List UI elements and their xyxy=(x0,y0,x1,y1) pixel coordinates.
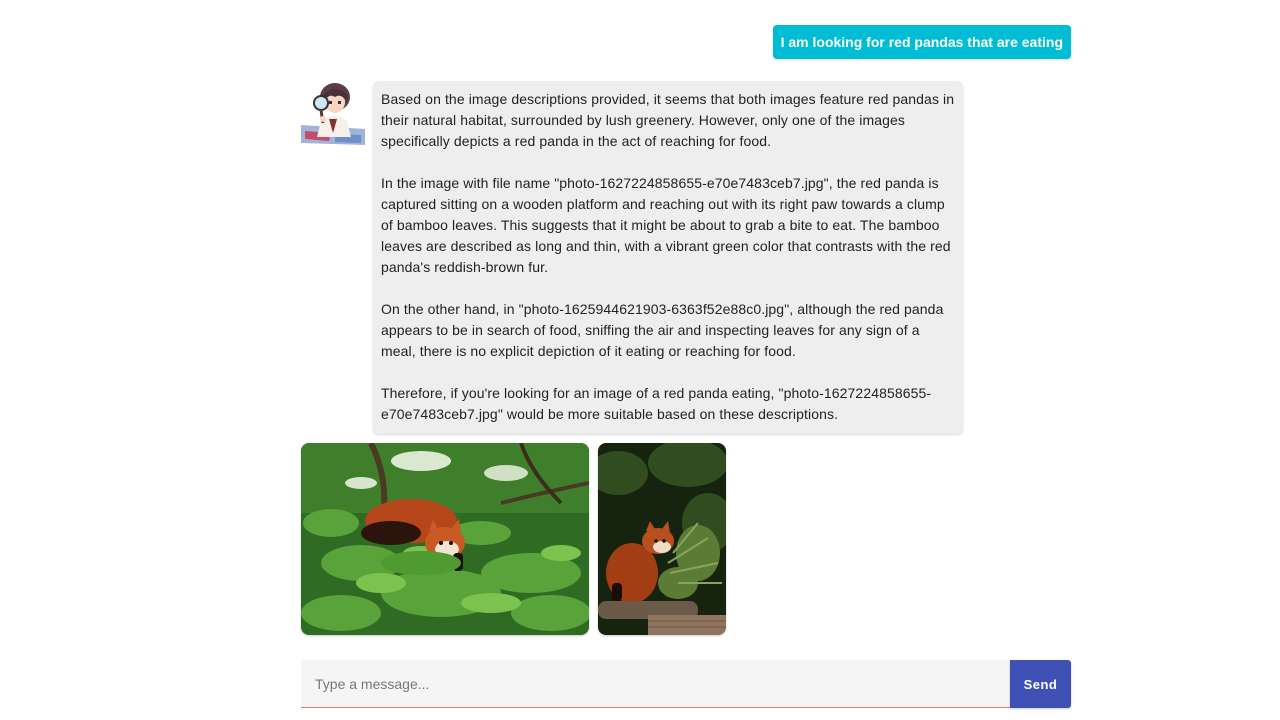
image-results xyxy=(301,443,726,635)
chat-window: I am looking for red pandas that are eat… xyxy=(0,0,1280,720)
assistant-paragraph: Therefore, if you're looking for an imag… xyxy=(381,385,932,422)
assistant-paragraph: On the other hand, in "photo-16259446219… xyxy=(381,301,944,359)
send-button[interactable]: Send xyxy=(1010,660,1071,708)
message-composer: Send xyxy=(301,660,1071,708)
assistant-message-bubble: Based on the image descriptions provided… xyxy=(373,81,963,434)
red-panda-in-tree-photo[interactable] xyxy=(301,443,589,635)
red-panda-on-log-photo[interactable] xyxy=(598,443,726,635)
assistant-paragraph: Based on the image descriptions provided… xyxy=(381,91,955,149)
assistant-message-row: Based on the image descriptions provided… xyxy=(301,81,963,434)
message-input[interactable] xyxy=(301,660,1010,708)
assistant-paragraph: In the image with file name "photo-16272… xyxy=(381,175,951,275)
user-message-bubble: I am looking for red pandas that are eat… xyxy=(772,25,1071,59)
user-message-row: I am looking for red pandas that are eat… xyxy=(772,25,1071,59)
detective-avatar-icon xyxy=(301,81,366,147)
